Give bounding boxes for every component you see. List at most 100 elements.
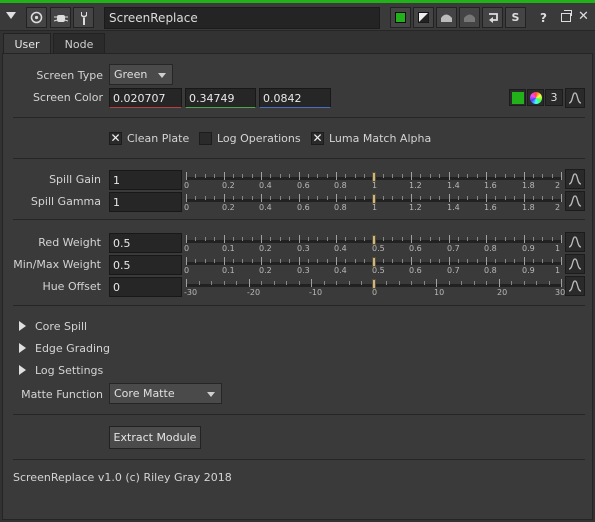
group-log-settings[interactable]: Log Settings [35,364,103,377]
spill-gamma-slider[interactable]: 0 0.2 0.4 0.6 0.8 1 1.2 1.4 1.6 1.8 2 [184,194,562,214]
slider-tick [280,196,281,200]
slider-tick [411,172,412,180]
slider-tick [383,174,384,178]
slider-tick [199,281,200,285]
node-name-field[interactable]: ScreenReplace [104,7,380,29]
red-weight-slider[interactable]: 0 0.1 0.2 0.3 0.4 0.5 0.6 0.7 0.8 0.9 1 [184,235,562,255]
slider-tick [186,172,187,180]
slider-tick [549,281,550,285]
slider-tick [345,174,346,178]
undo-button[interactable] [436,7,457,28]
slider-tick [195,237,196,241]
group-core-spill[interactable]: Core Spill [35,320,87,333]
slider-tick [411,257,412,265]
matte-function-label: Matte Function [21,388,103,401]
screen-color-g-field[interactable]: 0.34749 [185,88,256,108]
slider-tick [420,196,421,200]
slider-tick [420,259,421,263]
hue-offset-slider[interactable]: -30 -20 -10 0 10 20 30 [184,279,565,299]
slider-tick-label: 0 [372,288,378,297]
slider-tick [536,281,537,285]
slider-tick [311,279,312,287]
slider-tick [411,235,412,243]
float-panel-icon[interactable] [561,10,572,22]
luma-match-alpha-label: Luma Match Alpha [329,132,432,145]
slider-tick [224,281,225,285]
tab-node[interactable]: Node [53,33,105,55]
slider-tick [214,174,215,178]
screen-type-dropdown[interactable]: Green [109,64,173,85]
clean-plate-checkbox[interactable]: ✕ [109,132,122,145]
slider-tick [233,174,234,178]
edit-knobs-button[interactable] [73,7,94,28]
slider-tick [299,281,300,285]
slider-tick [249,279,250,287]
minmax-weight-slider[interactable]: 0 0.1 0.2 0.3 0.4 0.5 0.6 0.7 0.8 0.9 1 [184,257,562,277]
color-swatch-button[interactable] [509,89,526,106]
screen-color-b-field[interactable]: 0.0842 [259,88,331,108]
chevron-down-icon [207,392,215,397]
tab-bar: User Node [0,32,595,55]
expand-triangle-icon[interactable] [19,343,26,353]
slider-handle[interactable] [372,257,376,267]
spill-gain-slider[interactable]: 0 0.2 0.4 0.6 0.8 1 1.2 1.4 1.6 1.8 2 [184,172,562,192]
slider-tick-label: 1.8 [522,181,535,190]
center-node-button[interactable] [26,7,47,28]
help-button[interactable]: ? [540,11,547,25]
script-button[interactable]: S [505,7,526,28]
luma-match-alpha-checkbox[interactable]: ✕ [311,132,324,145]
group-edge-grading[interactable]: Edge Grading [35,342,110,355]
slider-tick [402,237,403,241]
spill-gamma-animation-button[interactable] [565,191,585,211]
red-weight-field[interactable]: 0.5 [109,233,182,253]
log-operations-checkbox[interactable] [199,132,212,145]
slider-tick [439,259,440,263]
expand-triangle-icon[interactable] [19,365,26,375]
slider-tick-label: 0.6 [409,244,422,253]
node-font-color-button[interactable] [413,7,434,28]
divider [13,158,585,159]
revert-button[interactable] [482,7,503,28]
spill-gain-field[interactable]: 1 [109,170,182,190]
slider-tick-label: 1.6 [484,203,497,212]
animation-button[interactable] [565,88,585,108]
tab-user[interactable]: User [3,33,51,55]
slider-tick [505,259,506,263]
minmax-weight-field[interactable]: 0.5 [109,255,182,275]
slider-tick [299,235,300,243]
slider-tick [355,237,356,241]
expand-triangle-icon[interactable] [19,321,26,331]
collapse-panel-icon[interactable] [6,12,16,19]
slider-tick [242,237,243,241]
extract-module-button[interactable]: Extract Module [109,426,201,449]
slider-tick [317,174,318,178]
slider-tick [499,279,500,287]
slider-tick [186,279,187,287]
slider-handle[interactable] [372,235,376,245]
redo-button[interactable] [459,7,480,28]
red-weight-animation-button[interactable] [565,232,585,252]
slider-handle[interactable] [372,172,376,182]
slider-handle[interactable] [372,279,376,289]
spill-gamma-field[interactable]: 1 [109,192,182,212]
spill-gain-animation-button[interactable] [565,169,585,189]
slider-tick [430,196,431,200]
slider-handle[interactable] [372,194,376,204]
slider-tick [364,196,365,200]
slider-tick-label: 0.4 [334,244,347,253]
node-color-button[interactable] [390,7,411,28]
divider [13,219,585,220]
minmax-weight-animation-button[interactable] [565,254,585,274]
spill-gamma-label: Spill Gamma [30,195,101,208]
slider-tick [467,174,468,178]
screen-color-r-field[interactable]: 0.020707 [109,88,182,108]
hue-offset-animation-button[interactable] [565,276,585,296]
slider-tick [449,257,450,265]
node-info-button[interactable] [50,7,71,28]
color-wheel-button[interactable] [527,89,544,106]
channel-count-button[interactable]: 3 [545,89,563,106]
close-icon[interactable]: ✕ [578,9,589,24]
slider-tick [436,279,437,287]
hue-offset-field[interactable]: 0 [109,277,182,297]
matte-function-dropdown[interactable]: Core Matte [109,383,222,404]
